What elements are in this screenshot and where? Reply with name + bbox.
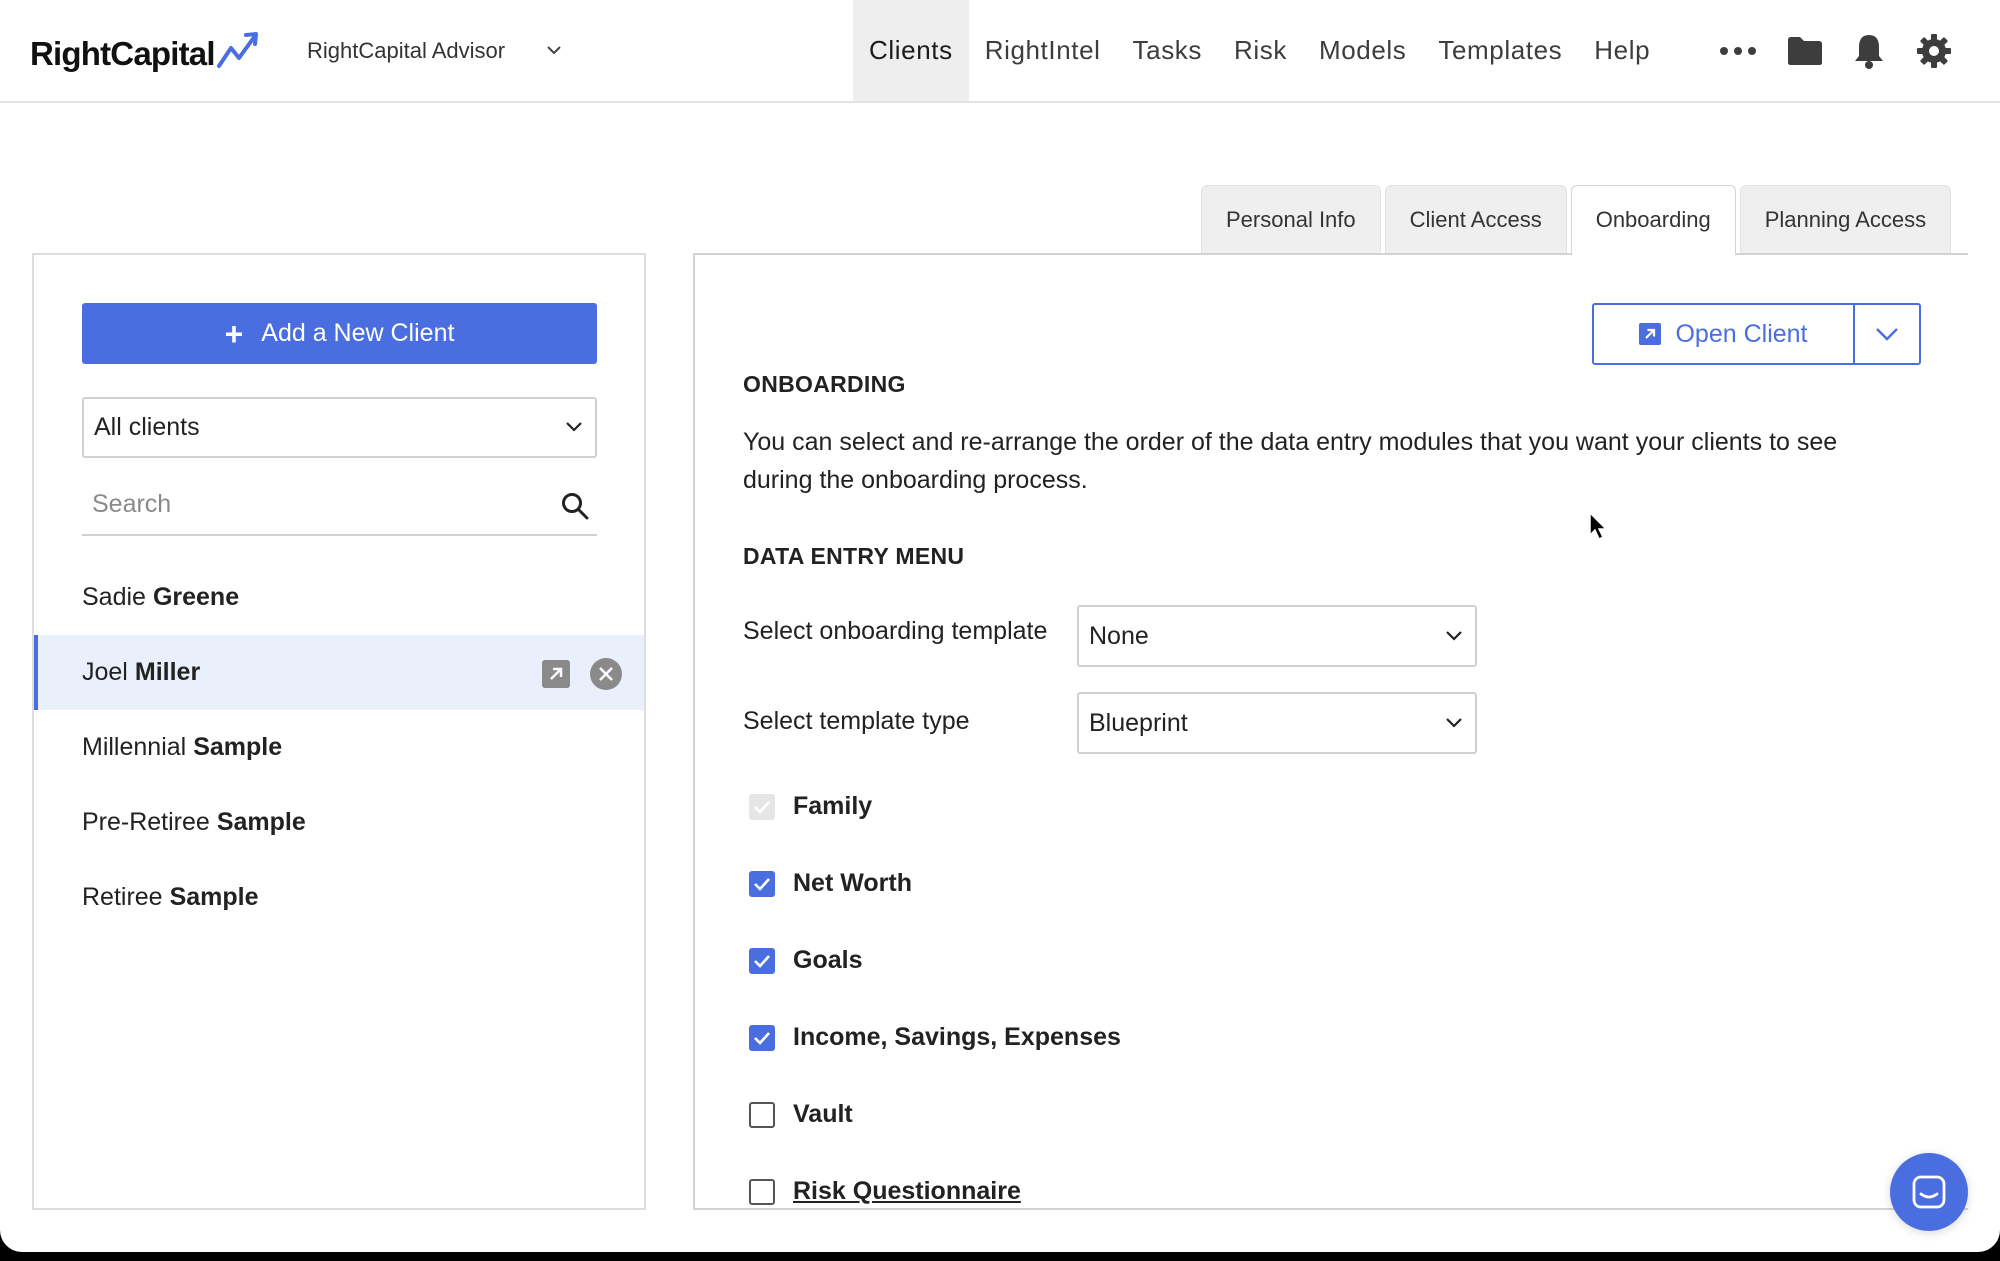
client-first-name: Sadie	[82, 583, 146, 611]
rightcapital-logo[interactable]: RightCapital	[30, 26, 261, 70]
section-heading: ONBOARDING	[743, 371, 906, 397]
risk-questionnaire-link[interactable]: Risk Questionnaire	[793, 1177, 1021, 1206]
vault-checkbox[interactable]	[749, 1101, 775, 1128]
module-row-family: Family	[749, 792, 872, 821]
risk-questionnaire-checkbox[interactable]	[749, 1178, 775, 1205]
client-last-name: Sample	[216, 808, 306, 836]
client-row[interactable]: Pre-Retiree Sample	[34, 785, 644, 860]
template-value: None	[1089, 621, 1149, 650]
client-row-selected[interactable]: Joel Miller	[34, 635, 644, 710]
module-row-goals: Goals	[749, 946, 862, 975]
search-icon[interactable]	[561, 492, 589, 520]
chat-icon	[1912, 1175, 1946, 1209]
open-client-split-button: Open Client	[1592, 303, 1921, 365]
module-row-net-worth: Net Worth	[749, 869, 912, 898]
chevron-down-icon[interactable]	[546, 44, 562, 56]
section-description: You can select and re-arrange the order …	[743, 428, 1838, 494]
top-navigation-bar: RightCapital RightCapital Advisor Client…	[0, 0, 2000, 103]
module-row-risk-questionnaire: Risk Questionnaire	[749, 1177, 1021, 1206]
chat-launcher-button[interactable]	[1890, 1153, 1968, 1231]
gear-icon[interactable]	[1914, 30, 1954, 72]
module-label: Income, Savings, Expenses	[793, 1023, 1121, 1051]
client-last-name: Sample	[169, 883, 259, 911]
module-row-income: Income, Savings, Expenses	[749, 1023, 1121, 1052]
app-window: RightCapital RightCapital Advisor Client…	[0, 0, 2000, 1252]
module-label: Net Worth	[793, 869, 912, 897]
template-type-value: Blueprint	[1089, 708, 1188, 737]
checkmark-icon	[754, 1031, 770, 1045]
client-filter-select[interactable]: All clients	[82, 397, 597, 458]
net-worth-checkbox[interactable]	[749, 870, 775, 897]
client-search	[82, 475, 597, 536]
add-new-client-button[interactable]: + Add a New Client	[82, 303, 597, 364]
client-row-actions	[542, 658, 622, 690]
advisor-selector[interactable]: RightCapital Advisor	[307, 38, 505, 64]
nav-risk[interactable]: Risk	[1218, 0, 1303, 101]
checkmark-icon	[754, 800, 770, 814]
nav-help[interactable]: Help	[1578, 0, 1666, 101]
mouse-cursor-icon	[1589, 512, 1608, 541]
template-type-select[interactable]: Blueprint	[1077, 692, 1477, 754]
client-first-name: Pre-Retiree	[82, 808, 210, 836]
tab-planning-access[interactable]: Planning Access	[1739, 185, 1952, 254]
chevron-down-icon	[1876, 328, 1898, 341]
client-last-name: Miller	[134, 658, 201, 686]
chevron-down-icon	[1446, 631, 1462, 641]
client-row[interactable]: Millennial Sample	[34, 710, 644, 785]
client-last-name: Sample	[193, 733, 283, 761]
nav-templates[interactable]: Templates	[1422, 0, 1578, 101]
client-last-name: Greene	[152, 583, 240, 611]
client-list-panel: + Add a New Client All clients SadieGree…	[32, 253, 646, 1210]
income-checkbox[interactable]	[749, 1024, 775, 1051]
open-external-icon[interactable]	[542, 660, 570, 688]
onboarding-template-select[interactable]: None	[1077, 605, 1477, 667]
nav-rightintel[interactable]: RightIntel	[969, 0, 1117, 101]
client-row[interactable]: Retiree Sample	[34, 860, 644, 935]
data-entry-menu-heading: DATA ENTRY MENU	[743, 543, 965, 569]
logo-arrow-icon	[216, 32, 258, 68]
module-label: Family	[793, 792, 873, 820]
onboarding-panel: Open Client ONBOARDING You can select an…	[693, 253, 1968, 1210]
open-client-label: Open Client	[1675, 319, 1808, 348]
remove-client-icon[interactable]	[590, 658, 622, 690]
module-label: Vault	[793, 1100, 853, 1128]
nav-clients[interactable]: Clients	[853, 0, 969, 101]
folder-icon[interactable]	[1786, 30, 1824, 72]
open-external-icon	[1639, 323, 1662, 345]
open-client-dropdown[interactable]	[1855, 305, 1919, 363]
module-row-vault: Vault	[749, 1100, 853, 1129]
client-list: Sadie Greene Joel Miller Millennial Sample …	[34, 560, 644, 935]
template-type-label: Select template type	[743, 707, 970, 735]
plus-icon: +	[224, 315, 244, 352]
client-tabs: Personal Info Client Access Onboarding P…	[1201, 185, 1952, 256]
client-first-name: Joel	[82, 658, 128, 686]
chevron-down-icon	[566, 422, 582, 432]
family-checkbox[interactable]	[749, 793, 775, 820]
nav-tasks[interactable]: Tasks	[1117, 0, 1218, 101]
main-nav: Clients RightIntel Tasks Risk Models Tem…	[853, 0, 1666, 101]
client-filter-value: All clients	[94, 413, 200, 441]
tab-client-access[interactable]: Client Access	[1384, 185, 1567, 254]
template-label: Select onboarding template	[743, 617, 1048, 645]
goals-checkbox[interactable]	[749, 947, 775, 974]
bell-icon[interactable]	[1850, 30, 1888, 72]
client-first-name: Retiree	[82, 883, 163, 911]
chevron-down-icon	[1446, 718, 1462, 728]
nav-models[interactable]: Models	[1303, 0, 1422, 101]
tab-onboarding[interactable]: Onboarding	[1570, 185, 1736, 256]
client-first-name: Millennial	[82, 733, 187, 761]
client-row[interactable]: Sadie Greene	[34, 560, 644, 635]
checkmark-icon	[754, 877, 770, 891]
module-label: Goals	[793, 946, 863, 974]
checkmark-icon	[754, 954, 770, 968]
more-icon[interactable]	[1718, 30, 1758, 72]
add-new-client-label: Add a New Client	[261, 319, 455, 347]
logo-text: RightCapital	[30, 35, 216, 72]
open-client-button[interactable]: Open Client	[1594, 305, 1855, 363]
client-search-input[interactable]	[92, 490, 532, 519]
tab-personal-info[interactable]: Personal Info	[1201, 185, 1381, 254]
